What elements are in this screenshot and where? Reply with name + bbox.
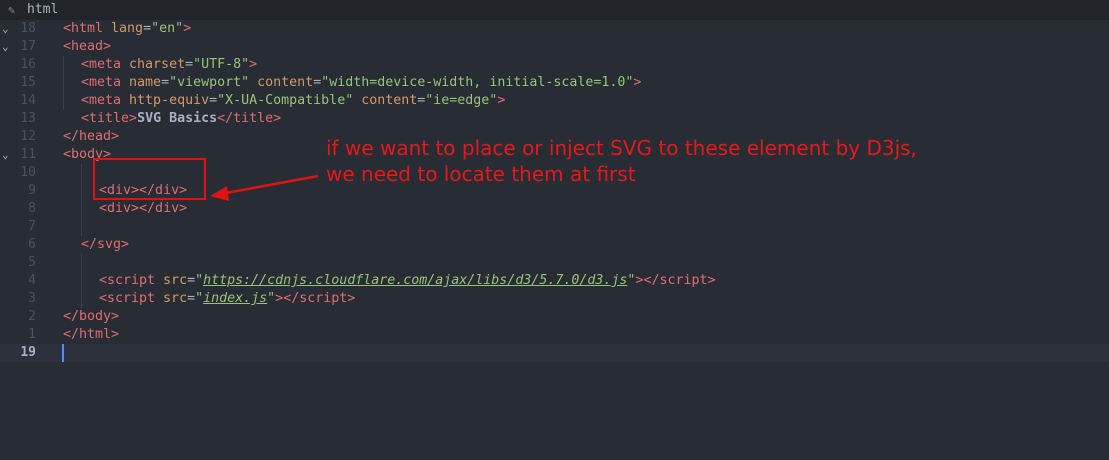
annotation-line-1: if we want to place or inject SVG to the…	[326, 136, 917, 160]
arrow-shaft	[225, 174, 319, 195]
arrow-head	[210, 186, 229, 201]
annotation-line-2: we need to locate them at first	[326, 162, 636, 186]
annotation-text: if we want to place or inject SVG to the…	[326, 135, 917, 187]
annotation-arrow	[210, 174, 319, 201]
